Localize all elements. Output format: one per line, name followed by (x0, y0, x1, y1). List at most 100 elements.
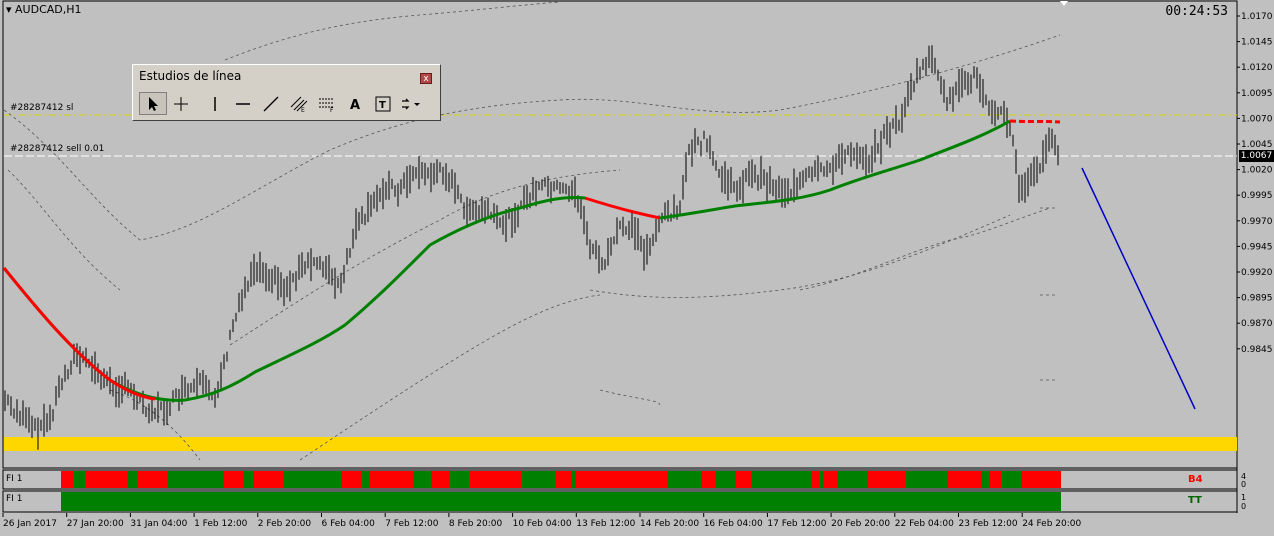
date-tick-label: 7 Feb 12:00 (385, 519, 439, 529)
indicator-1-segment (1043, 471, 1058, 488)
price-tick-label: 1.0070 (1241, 114, 1273, 124)
indicator-1-bars (61, 471, 1061, 488)
price-tick-label: 1.0145 (1241, 38, 1273, 48)
indicator-1-segment (253, 471, 270, 488)
equidistant-channel-tool-button[interactable]: E (285, 92, 313, 115)
price-tick-label: 0.9995 (1241, 191, 1273, 201)
date-tick-label: 20 Feb 20:00 (831, 519, 890, 529)
indicator-1-segment (701, 471, 716, 488)
indicator-1-segment (976, 471, 982, 488)
indicator-1-segment (576, 471, 598, 488)
fibonacci-tool-icon: F (319, 98, 334, 112)
indicator-1-segment (598, 471, 620, 488)
indicator-2-scale-bottom: 0 (1241, 502, 1247, 511)
text-tool-button[interactable]: A (341, 92, 369, 115)
date-tick-label: 27 Jan 20:00 (67, 519, 124, 529)
date-tick-label: 16 Feb 04:00 (704, 519, 763, 529)
sl-line-label: #28287412 sl (10, 103, 74, 113)
text-label-tool-button[interactable]: T (369, 92, 397, 115)
chart-title: ▾ AUDCAD,H1 (6, 3, 82, 16)
indicator-1-segment (562, 471, 572, 488)
indicator-1-status: B4 (1188, 474, 1203, 485)
arrows-dropdown-tool-button[interactable] (397, 92, 425, 115)
indicator-1-segment (149, 471, 158, 488)
indicator-2-status: TT (1188, 495, 1202, 506)
indicator-1-segment (86, 471, 106, 488)
indicator-1-segment (470, 471, 474, 488)
indicator-1-segment (638, 471, 651, 488)
date-tick-label: 10 Feb 04:00 (513, 519, 572, 529)
indicator-1-segment (61, 471, 73, 488)
indicator-1-segment (495, 471, 500, 488)
date-tick-label: 22 Feb 04:00 (895, 519, 954, 529)
horizontal-line-tool-button[interactable] (229, 92, 257, 115)
crosshair-tool-button[interactable] (167, 92, 195, 115)
indicator-1-segment (500, 471, 522, 488)
svg-text:T: T (379, 100, 386, 111)
indicator-1-segment (655, 471, 668, 488)
line-studies-toolbar[interactable]: Estudios de línea x E F A T (132, 64, 441, 121)
indicator-1-segment (446, 471, 450, 488)
indicator-1-segment (620, 471, 638, 488)
svg-text:F: F (330, 107, 334, 112)
price-tick-label: 1.0045 (1241, 140, 1273, 150)
indicator-1-segment (887, 471, 906, 488)
indicator-1-segment (555, 471, 562, 488)
date-tick-label: 14 Feb 20:00 (640, 519, 699, 529)
indicator-1-segment (270, 471, 284, 488)
indicator-1-segment (385, 471, 393, 488)
trendline-tool-icon (263, 96, 279, 111)
price-tick-label: 0.9945 (1241, 242, 1273, 252)
svg-text:A: A (350, 98, 360, 112)
arrows-dropdown-tool-icon (402, 98, 420, 109)
toolbar-title[interactable]: Estudios de línea (133, 65, 440, 87)
price-tick-label: 0.9970 (1241, 217, 1273, 227)
equidistant-channel-tool-icon: E (290, 96, 308, 112)
date-tick-label: 23 Feb 12:00 (959, 519, 1018, 529)
vertical-line-tool-button[interactable] (201, 92, 229, 115)
date-tick-label: 13 Feb 12:00 (576, 519, 635, 529)
indicator-1-segment (474, 471, 484, 488)
candle-timer: 00:24:53 (1165, 4, 1228, 19)
date-tick-label: 17 Feb 12:00 (767, 519, 826, 529)
cursor-tool-icon (149, 96, 158, 111)
indicator-1-segment (736, 471, 752, 488)
trendline-tool-button[interactable] (257, 92, 285, 115)
indicator-1-segment (948, 471, 966, 488)
price-tick-label: 0.9920 (1241, 268, 1273, 278)
indicator-1-segment (830, 471, 837, 488)
indicator-1-segment (812, 471, 819, 488)
support-zone (4, 437, 1237, 451)
indicator-2-label: FI 1 (6, 494, 23, 504)
chart-window[interactable]: 1.0170 1.0145 1.0120 1.0095 1.0070 1.0045 1.00… (0, 0, 1274, 536)
current-price-tag: 1.0067 (1239, 150, 1274, 162)
price-tick-label: 0.9895 (1241, 294, 1273, 304)
indicator-1-segment (484, 471, 495, 488)
close-icon[interactable]: x (420, 73, 432, 84)
crosshair-tool-icon (174, 96, 188, 111)
svg-text:E: E (301, 107, 305, 112)
date-tick-label: 6 Feb 04:00 (322, 519, 376, 529)
indicator-1-segment (989, 471, 1001, 488)
price-tick-label: 1.0095 (1241, 89, 1273, 99)
indicator-1-segment (651, 471, 655, 488)
indicator-1-segment (824, 471, 830, 488)
text-tool-icon: A (350, 98, 360, 112)
order-line-label: #28287412 sell 0.01 (10, 144, 105, 154)
indicator-1-segment (137, 471, 149, 488)
indicator-1-segment (341, 471, 362, 488)
indicator-1-segment (369, 471, 385, 488)
indicator-1-segment (1058, 471, 1061, 488)
cursor-tool-button[interactable] (139, 92, 167, 115)
indicator-1-segment (158, 471, 167, 488)
fibonacci-tool-button[interactable]: F (313, 92, 341, 115)
indicator-2-bar (61, 492, 1061, 511)
date-tick-label: 8 Feb 20:00 (449, 519, 503, 529)
horizontal-line-tool-icon (236, 102, 250, 105)
vertical-line-tool-icon (214, 96, 216, 111)
indicator-1-segment (106, 471, 128, 488)
price-tick-label: 0.9845 (1241, 345, 1273, 355)
indicator-1-segment (1021, 471, 1043, 488)
indicator-1-label: FI 1 (6, 474, 23, 484)
indicator-1-segment (868, 471, 887, 488)
